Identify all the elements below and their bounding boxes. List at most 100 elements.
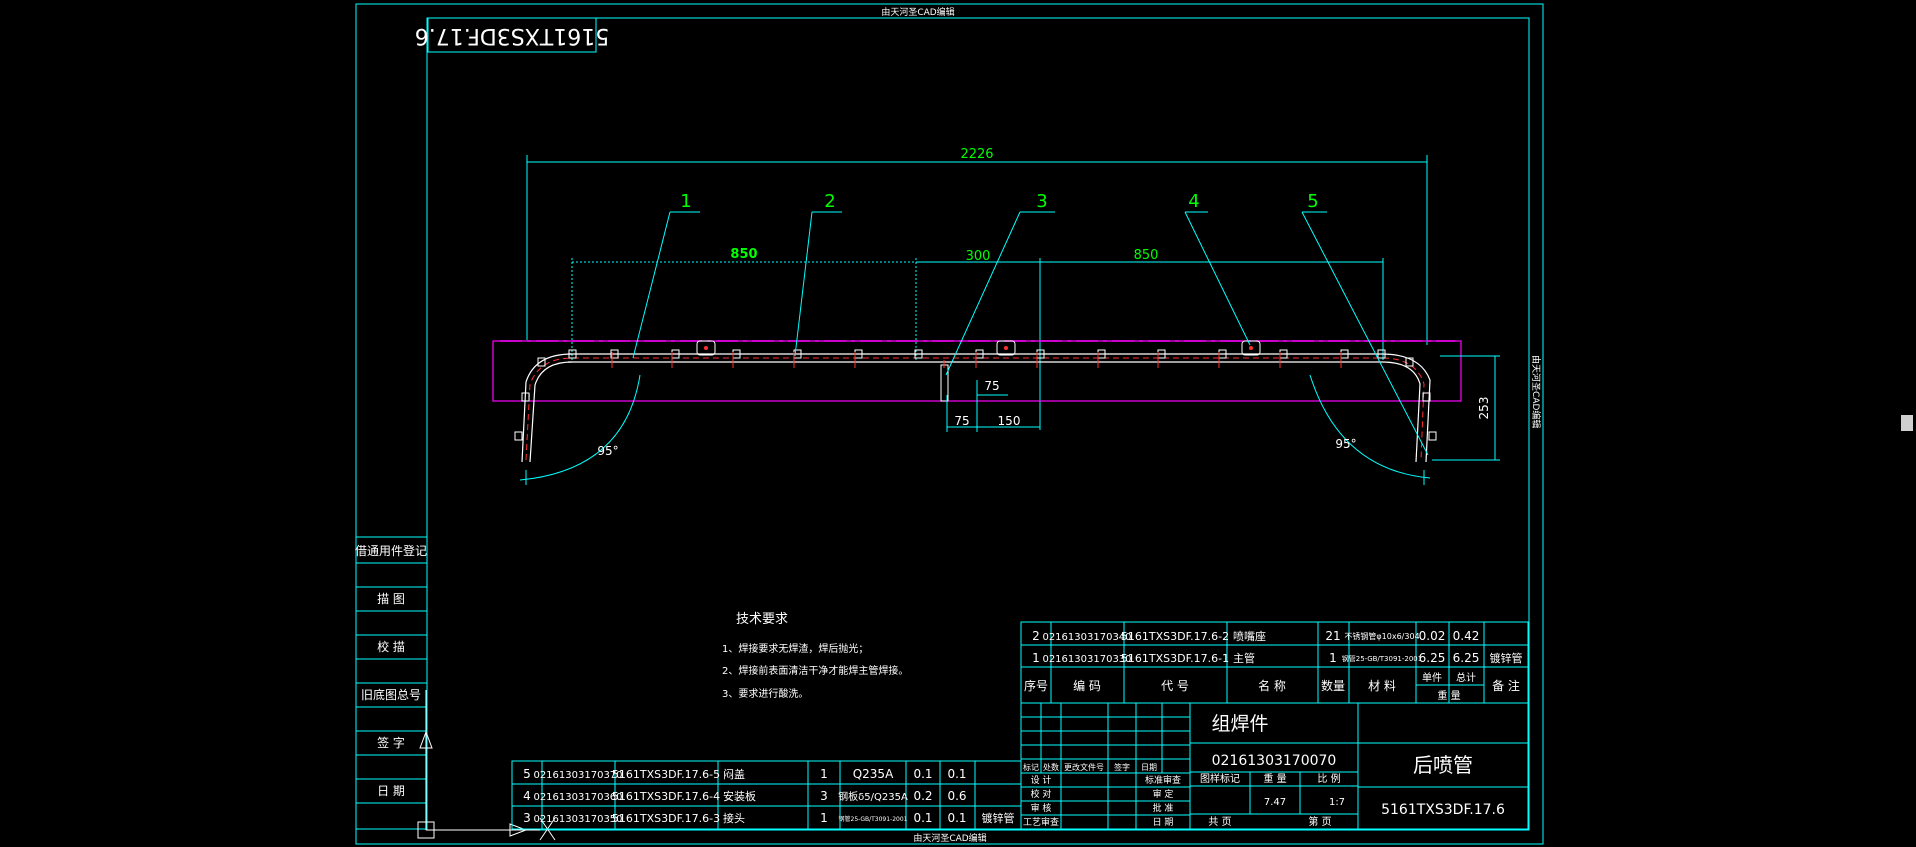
svg-text:钢管25-GB/T3091-2001: 钢管25-GB/T3091-2001 — [1342, 654, 1422, 663]
weight-value: 7.47 — [1264, 797, 1286, 808]
svg-text:5161TXS3DF.17.6-2: 5161TXS3DF.17.6-2 — [1121, 630, 1229, 643]
svg-text:名 称: 名 称 — [1258, 678, 1286, 693]
svg-text:数量: 数量 — [1321, 678, 1345, 693]
balloon-5: 5 — [1307, 191, 1318, 212]
svg-text:0.1: 0.1 — [947, 811, 966, 825]
svg-text:5161TXS3DF.17.6-3: 5161TXS3DF.17.6-3 — [612, 812, 720, 825]
vertical-scrollbar[interactable] — [1898, 0, 1916, 847]
svg-text:签字: 签字 — [1114, 762, 1130, 772]
svg-text:02161303170350: 02161303170350 — [533, 814, 622, 825]
svg-text:02161303170340: 02161303170340 — [1042, 632, 1131, 643]
svg-text:1: 1 — [1329, 651, 1337, 665]
tech-requirement-1: 1、焊接要求无焊渣，焊后抛光； — [722, 642, 868, 655]
angle-arcs — [519, 374, 1431, 485]
svg-text:1: 1 — [1032, 651, 1040, 665]
svg-text:0.1: 0.1 — [913, 811, 932, 825]
scrollbar-thumb[interactable] — [1901, 415, 1913, 431]
svg-text:1: 1 — [820, 811, 828, 825]
dimension-850-right-label: 850 — [1134, 248, 1159, 263]
svg-text:更改文件号: 更改文件号 — [1064, 762, 1104, 772]
bom-lower-row-3: 3 02161303170350 5161TXS3DF.17.6-3 接头 1 … — [523, 811, 1014, 825]
left-label-old-number: 旧底图总号 — [361, 687, 421, 702]
title-drawing-number: 5161TXS3DF.17.6 — [1381, 802, 1505, 818]
svg-text:2: 2 — [1032, 629, 1040, 643]
svg-text:主管: 主管 — [1233, 651, 1255, 665]
svg-text:总计: 总计 — [1456, 671, 1476, 684]
svg-text:安装板: 安装板 — [723, 789, 756, 803]
left-label-check: 校 描 — [377, 639, 405, 654]
bom-lower-row-5: 5 02161303170370 5161TXS3DF.17.6-5 闷盖 1 … — [523, 767, 966, 781]
left-label-date: 日 期 — [377, 784, 405, 798]
main-pipe — [521, 353, 1431, 463]
svg-text:Q235A: Q235A — [853, 767, 894, 781]
assembly-type: 组焊件 — [1211, 713, 1268, 735]
svg-text:接头: 接头 — [723, 812, 745, 825]
svg-text:设 计: 设 计 — [1031, 774, 1052, 786]
svg-text:工艺审查: 工艺审查 — [1023, 816, 1059, 828]
cad-drawing-canvas[interactable]: 由天河圣CAD编辑 由天河圣CAD编辑 由天河圣CAD编辑 5161TXS3DF… — [0, 0, 1916, 847]
svg-text:5161TXS3DF.17.6-5: 5161TXS3DF.17.6-5 — [612, 768, 720, 781]
svg-text:6.25: 6.25 — [1419, 651, 1446, 665]
svg-text:0.1: 0.1 — [913, 767, 932, 781]
sheet-number: 第 页 — [1308, 815, 1331, 828]
svg-text:材 料: 材 料 — [1368, 679, 1396, 693]
svg-text:镀锌管: 镀锌管 — [982, 811, 1015, 825]
svg-text:0.6: 0.6 — [947, 789, 966, 803]
svg-text:批 准: 批 准 — [1153, 802, 1174, 814]
dimension-150-label: 150 — [998, 414, 1021, 428]
svg-text:5: 5 — [523, 767, 531, 781]
svg-text:镀锌管: 镀锌管 — [1490, 651, 1523, 665]
svg-text:处数: 处数 — [1043, 762, 1059, 772]
svg-text:标准审查: 标准审查 — [1145, 774, 1181, 786]
tech-requirement-3: 3、要求进行酸洗。 — [722, 687, 808, 700]
svg-text:日 期: 日 期 — [1153, 817, 1174, 828]
svg-text:0.2: 0.2 — [913, 789, 932, 803]
svg-text:钢管25-GB/T3091-2001: 钢管25-GB/T3091-2001 — [839, 815, 908, 823]
svg-text:3: 3 — [820, 789, 828, 803]
dimension-850-left-label: 850 — [730, 247, 757, 262]
left-label-trace: 描 图 — [377, 592, 405, 606]
watermark-top: 由天河圣CAD编辑 — [881, 6, 954, 18]
scale-label: 比 例 — [1317, 772, 1340, 785]
svg-text:标记: 标记 — [1023, 762, 1039, 772]
tech-requirement-2: 2、焊接前表面清洁干净才能焊主管焊接。 — [722, 664, 908, 677]
dimension-300-label: 300 — [966, 249, 991, 264]
svg-text:闷盖: 闷盖 — [723, 767, 745, 781]
balloon-3: 3 — [1036, 191, 1047, 212]
angle-95-right-label: 95° — [1335, 437, 1356, 451]
bom-upper-row-2: 2 02161303170340 5161TXS3DF.17.6-2 喷嘴座 2… — [1032, 629, 1479, 643]
tech-requirements-title: 技术要求 — [736, 612, 788, 627]
svg-text:02161303170370: 02161303170370 — [533, 770, 622, 781]
svg-text:0.1: 0.1 — [947, 767, 966, 781]
scale-value: 1:7 — [1329, 797, 1345, 808]
svg-text:0.02: 0.02 — [1419, 629, 1446, 643]
sheet-total: 共 页 — [1208, 816, 1231, 828]
revision-headers: 标记 处数 更改文件号 签字 日期 — [1023, 762, 1157, 772]
svg-text:单件: 单件 — [1422, 672, 1442, 684]
svg-text:编 码: 编 码 — [1073, 678, 1101, 693]
svg-text:不锈钢管φ10x6/304: 不锈钢管φ10x6/304 — [1344, 631, 1419, 641]
svg-text:3: 3 — [523, 811, 531, 825]
svg-text:0.42: 0.42 — [1453, 629, 1480, 643]
watermark-right: 由天河圣CAD编辑 — [1530, 355, 1542, 428]
watermark-bottom: 由天河圣CAD编辑 — [913, 832, 986, 844]
bom-lower-row-4: 4 02161303170360 5161TXS3DF.17.6-4 安装板 3… — [523, 789, 966, 803]
svg-text:序号: 序号 — [1024, 678, 1048, 693]
svg-text:21: 21 — [1325, 629, 1340, 643]
svg-text:6.25: 6.25 — [1453, 651, 1480, 665]
part-code: 02161303170070 — [1212, 753, 1337, 769]
balloon-4: 4 — [1188, 191, 1199, 212]
svg-text:02161303170330: 02161303170330 — [1042, 654, 1131, 665]
svg-text:4: 4 — [523, 789, 531, 803]
svg-text:日期: 日期 — [1141, 763, 1157, 772]
part-name: 后喷管 — [1413, 753, 1473, 777]
dimension-75-lower-label: 75 — [954, 414, 969, 428]
left-label-signature: 签 字 — [377, 735, 405, 750]
balloon-2: 2 — [824, 191, 835, 212]
svg-text:5161TXS3DF.17.6-1: 5161TXS3DF.17.6-1 — [1121, 652, 1229, 665]
svg-text:02161303170360: 02161303170360 — [533, 792, 622, 803]
dimension-75-upper-label: 75 — [984, 379, 999, 393]
dimension-2226-label: 2226 — [960, 147, 993, 162]
dimension-253-label: 253 — [1477, 397, 1491, 420]
svg-text:审 核: 审 核 — [1031, 802, 1052, 814]
